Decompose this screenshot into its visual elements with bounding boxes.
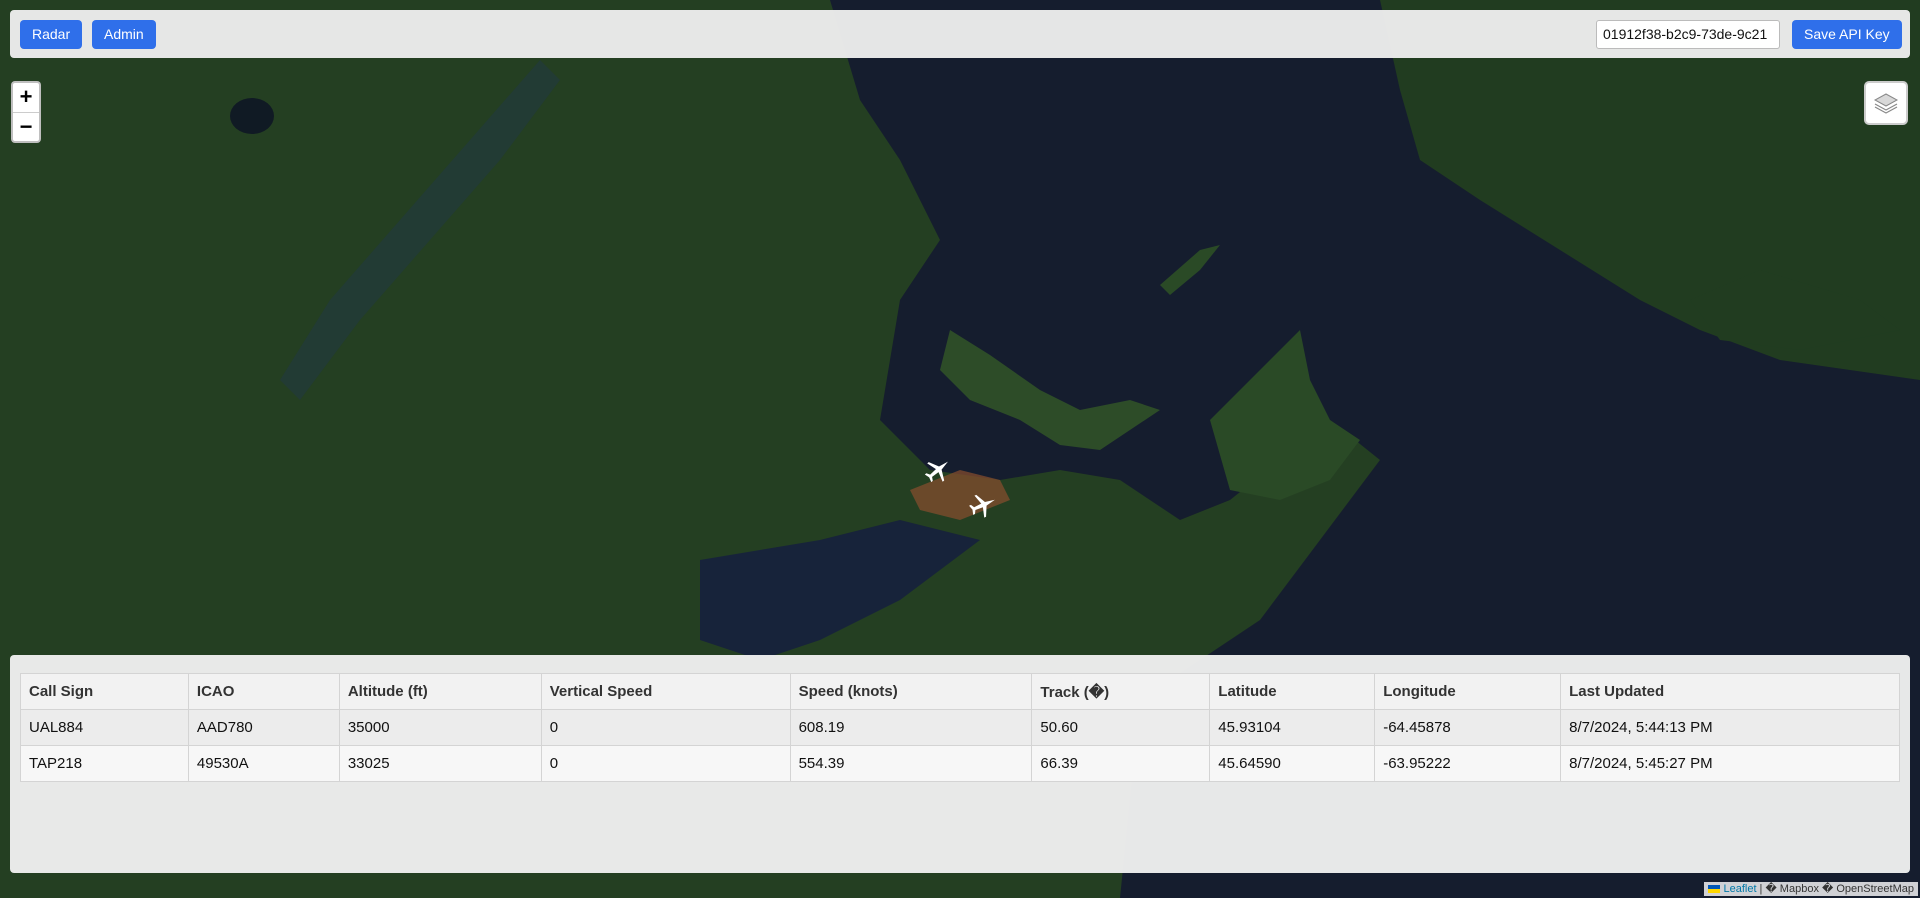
aircraft-marker-ual884[interactable] bbox=[923, 455, 953, 485]
cell-icao: 49530A bbox=[187, 745, 340, 782]
cell-track: 66.39 bbox=[1031, 745, 1211, 782]
cell-speed: 554.39 bbox=[789, 745, 1033, 782]
cell-vertical-speed: 0 bbox=[540, 709, 791, 746]
save-api-key-button[interactable]: Save API Key bbox=[1792, 20, 1902, 49]
table-row[interactable]: UAL884 AAD780 35000 0 608.19 50.60 45.93… bbox=[20, 709, 1900, 746]
cell-call-sign: UAL884 bbox=[20, 709, 189, 746]
zoom-control: + − bbox=[11, 81, 41, 143]
airplane-icon bbox=[969, 494, 995, 518]
column-header[interactable]: ICAO bbox=[187, 673, 340, 710]
cell-latitude: 45.64590 bbox=[1209, 745, 1376, 782]
column-header[interactable]: Longitude bbox=[1374, 673, 1562, 710]
attribution-text: | � Mapbox � OpenStreetMap bbox=[1756, 883, 1914, 895]
cell-altitude: 35000 bbox=[338, 709, 542, 746]
admin-button[interactable]: Admin bbox=[92, 20, 156, 49]
leaflet-link[interactable]: Leaflet bbox=[1723, 883, 1756, 895]
column-header[interactable]: Altitude (ft) bbox=[338, 673, 542, 710]
zoom-in-button[interactable]: + bbox=[13, 83, 39, 112]
column-header[interactable]: Speed (knots) bbox=[789, 673, 1033, 710]
cell-speed: 608.19 bbox=[789, 709, 1033, 746]
column-header[interactable]: Latitude bbox=[1209, 673, 1376, 710]
top-toolbar: Radar Admin 01912f38-b2c9-73de-9c21 Save… bbox=[10, 10, 1910, 58]
column-header[interactable]: Vertical Speed bbox=[540, 673, 791, 710]
cell-latitude: 45.93104 bbox=[1209, 709, 1376, 746]
radar-button[interactable]: Radar bbox=[20, 20, 83, 49]
zoom-out-button[interactable]: − bbox=[13, 112, 39, 142]
airplane-icon bbox=[924, 461, 948, 483]
cell-vertical-speed: 0 bbox=[540, 745, 791, 782]
cell-last-updated: 8/7/2024, 5:45:27 PM bbox=[1560, 745, 1900, 782]
table-header-row: Call Sign ICAO Altitude (ft) Vertical Sp… bbox=[20, 673, 1900, 710]
ukraine-flag-icon bbox=[1708, 885, 1721, 894]
cell-call-sign: TAP218 bbox=[20, 745, 189, 782]
aircraft-marker-tap218[interactable] bbox=[968, 490, 998, 520]
cell-altitude: 33025 bbox=[338, 745, 542, 782]
table-row[interactable]: TAP218 49530A 33025 0 554.39 66.39 45.64… bbox=[20, 745, 1900, 782]
cell-longitude: -63.95222 bbox=[1374, 745, 1562, 782]
layers-control[interactable] bbox=[1864, 81, 1908, 125]
cell-track: 50.60 bbox=[1031, 709, 1211, 746]
flights-table: Call Sign ICAO Altitude (ft) Vertical Sp… bbox=[20, 673, 1900, 782]
layers-icon bbox=[1873, 93, 1899, 114]
cell-longitude: -64.45878 bbox=[1374, 709, 1562, 746]
cell-last-updated: 8/7/2024, 5:44:13 PM bbox=[1560, 709, 1900, 746]
flights-panel: Call Sign ICAO Altitude (ft) Vertical Sp… bbox=[10, 655, 1910, 873]
column-header[interactable]: Track (�) bbox=[1031, 673, 1211, 710]
column-header[interactable]: Call Sign bbox=[20, 673, 189, 710]
column-header[interactable]: Last Updated bbox=[1560, 673, 1900, 710]
map-attribution: Leaflet | � Mapbox � OpenStreetMap bbox=[1704, 882, 1918, 896]
cell-icao: AAD780 bbox=[187, 709, 340, 746]
api-key-input[interactable]: 01912f38-b2c9-73de-9c21 bbox=[1596, 20, 1780, 49]
